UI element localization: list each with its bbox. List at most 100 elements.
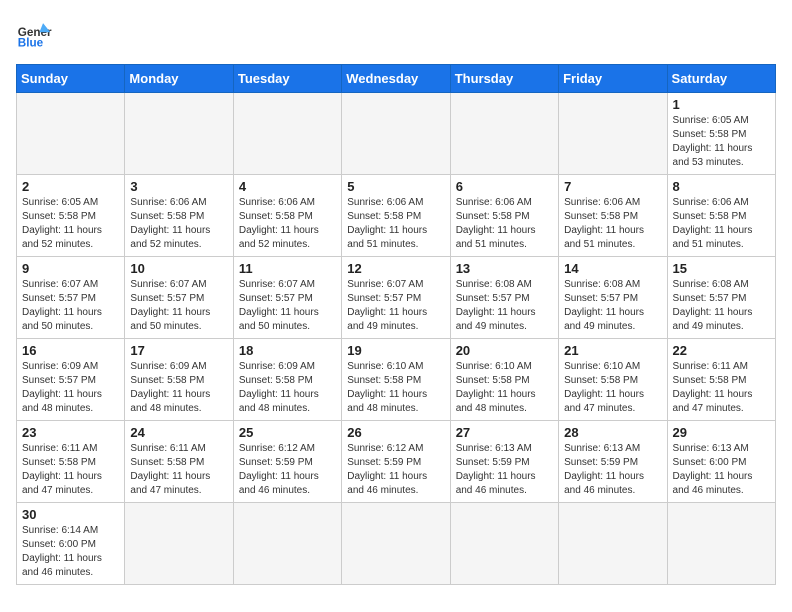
day-cell: 2 Sunrise: 6:05 AM Sunset: 5:58 PM Daylig… [17, 175, 125, 257]
day-number: 6 [456, 179, 553, 194]
day-cell: 8 Sunrise: 6:06 AM Sunset: 5:58 PM Daylig… [667, 175, 775, 257]
day-info: Sunrise: 6:13 AM Sunset: 6:00 PM Dayligh… [673, 442, 770, 498]
day-info: Sunrise: 6:10 AM Sunset: 5:58 PM Dayligh… [456, 360, 553, 416]
day-info: Sunrise: 6:06 AM Sunset: 5:58 PM Dayligh… [347, 196, 444, 252]
day-info: Sunrise: 6:07 AM Sunset: 5:57 PM Dayligh… [22, 278, 119, 334]
day-cell: 19Sunrise: 6:10 AM Sunset: 5:58 PM Dayli… [342, 339, 450, 421]
day-cell [342, 93, 450, 175]
day-cell: 30 Sunrise: 6:14 AM Sunset: 6:00 PM Dayli… [17, 503, 125, 585]
day-cell: 5 Sunrise: 6:06 AM Sunset: 5:58 PM Daylig… [342, 175, 450, 257]
day-number: 25 [239, 425, 336, 440]
day-cell [559, 503, 667, 585]
day-cell [450, 93, 558, 175]
day-number: 22 [673, 343, 770, 358]
day-number: 26 [347, 425, 444, 440]
day-info: Sunrise: 6:14 AM Sunset: 6:00 PM Dayligh… [22, 524, 119, 580]
day-cell: 23Sunrise: 6:11 AM Sunset: 5:58 PM Dayli… [17, 421, 125, 503]
day-cell: 27Sunrise: 6:13 AM Sunset: 5:59 PM Dayli… [450, 421, 558, 503]
day-cell: 20 Sunrise: 6:10 AM Sunset: 5:58 PM Dayli… [450, 339, 558, 421]
calendar-table: SundayMondayTuesdayWednesdayThursdayFrid… [16, 64, 776, 585]
day-info: Sunrise: 6:11 AM Sunset: 5:58 PM Dayligh… [130, 442, 227, 498]
day-number: 2 [22, 179, 119, 194]
day-number: 29 [673, 425, 770, 440]
header-sunday: Sunday [17, 65, 125, 93]
day-cell: 21 Sunrise: 6:10 AM Sunset: 5:58 PM Dayli… [559, 339, 667, 421]
day-number: 21 [564, 343, 661, 358]
day-cell: 6 Sunrise: 6:06 AM Sunset: 5:58 PM Daylig… [450, 175, 558, 257]
day-cell [125, 503, 233, 585]
week-row-2: 2 Sunrise: 6:05 AM Sunset: 5:58 PM Daylig… [17, 175, 776, 257]
day-info: Sunrise: 6:12 AM Sunset: 5:59 PM Dayligh… [347, 442, 444, 498]
day-number: 20 [456, 343, 553, 358]
day-cell: 4Sunrise: 6:06 AM Sunset: 5:58 PM Daylig… [233, 175, 341, 257]
day-cell [233, 503, 341, 585]
svg-text:Blue: Blue [18, 37, 44, 50]
day-number: 8 [673, 179, 770, 194]
week-row-1: 1 Sunrise: 6:05 AM Sunset: 5:58 PM Daylig… [17, 93, 776, 175]
day-cell: 24Sunrise: 6:11 AM Sunset: 5:58 PM Dayli… [125, 421, 233, 503]
day-info: Sunrise: 6:09 AM Sunset: 5:58 PM Dayligh… [239, 360, 336, 416]
day-cell: 10 Sunrise: 6:07 AM Sunset: 5:57 PM Dayli… [125, 257, 233, 339]
day-number: 9 [22, 261, 119, 276]
day-number: 5 [347, 179, 444, 194]
day-number: 14 [564, 261, 661, 276]
day-cell: 9 Sunrise: 6:07 AM Sunset: 5:57 PM Daylig… [17, 257, 125, 339]
day-cell: 25 Sunrise: 6:12 AM Sunset: 5:59 PM Dayli… [233, 421, 341, 503]
page-header: General Blue [16, 16, 776, 52]
day-cell [342, 503, 450, 585]
day-number: 16 [22, 343, 119, 358]
day-number: 30 [22, 507, 119, 522]
day-info: Sunrise: 6:08 AM Sunset: 5:57 PM Dayligh… [456, 278, 553, 334]
day-cell: 14 Sunrise: 6:08 AM Sunset: 5:57 PM Dayli… [559, 257, 667, 339]
day-number: 17 [130, 343, 227, 358]
day-number: 1 [673, 97, 770, 112]
day-number: 18 [239, 343, 336, 358]
header-wednesday: Wednesday [342, 65, 450, 93]
day-number: 19 [347, 343, 444, 358]
day-number: 7 [564, 179, 661, 194]
day-info: Sunrise: 6:11 AM Sunset: 5:58 PM Dayligh… [673, 360, 770, 416]
logo: General Blue [16, 16, 52, 52]
day-info: Sunrise: 6:10 AM Sunset: 5:58 PM Dayligh… [564, 360, 661, 416]
day-cell: 22 Sunrise: 6:11 AM Sunset: 5:58 PM Dayli… [667, 339, 775, 421]
day-number: 4 [239, 179, 336, 194]
day-info: Sunrise: 6:12 AM Sunset: 5:59 PM Dayligh… [239, 442, 336, 498]
day-cell: 18 Sunrise: 6:09 AM Sunset: 5:58 PM Dayli… [233, 339, 341, 421]
header-monday: Monday [125, 65, 233, 93]
week-row-6: 30 Sunrise: 6:14 AM Sunset: 6:00 PM Dayli… [17, 503, 776, 585]
day-cell: 28 Sunrise: 6:13 AM Sunset: 5:59 PM Dayli… [559, 421, 667, 503]
day-info: Sunrise: 6:06 AM Sunset: 5:58 PM Dayligh… [673, 196, 770, 252]
day-number: 10 [130, 261, 227, 276]
day-cell: 13Sunrise: 6:08 AM Sunset: 5:57 PM Dayli… [450, 257, 558, 339]
day-info: Sunrise: 6:06 AM Sunset: 5:58 PM Dayligh… [130, 196, 227, 252]
day-cell [450, 503, 558, 585]
day-cell [559, 93, 667, 175]
week-row-5: 23 Sunrise: 6:11 AM Sunset: 5:58 PM Dayli… [17, 421, 776, 503]
day-info: Sunrise: 6:13 AM Sunset: 5:59 PM Dayligh… [456, 442, 553, 498]
week-row-4: 16Sunrise: 6:09 AM Sunset: 5:57 PM Dayli… [17, 339, 776, 421]
day-cell: 16Sunrise: 6:09 AM Sunset: 5:57 PM Dayli… [17, 339, 125, 421]
day-info: Sunrise: 6:13 AM Sunset: 5:59 PM Dayligh… [564, 442, 661, 498]
day-number: 23 [22, 425, 119, 440]
day-cell: 26 Sunrise: 6:12 AM Sunset: 5:59 PM Dayli… [342, 421, 450, 503]
day-info: Sunrise: 6:07 AM Sunset: 5:57 PM Dayligh… [347, 278, 444, 334]
day-info: Sunrise: 6:05 AM Sunset: 5:58 PM Dayligh… [22, 196, 119, 252]
day-cell [125, 93, 233, 175]
day-cell [667, 503, 775, 585]
day-cell: 17 Sunrise: 6:09 AM Sunset: 5:58 PM Dayli… [125, 339, 233, 421]
day-info: Sunrise: 6:08 AM Sunset: 5:57 PM Dayligh… [564, 278, 661, 334]
day-cell: 29 Sunrise: 6:13 AM Sunset: 6:00 PM Dayli… [667, 421, 775, 503]
day-info: Sunrise: 6:09 AM Sunset: 5:58 PM Dayligh… [130, 360, 227, 416]
header-saturday: Saturday [667, 65, 775, 93]
day-info: Sunrise: 6:07 AM Sunset: 5:57 PM Dayligh… [239, 278, 336, 334]
day-cell: 7Sunrise: 6:06 AM Sunset: 5:58 PM Daylig… [559, 175, 667, 257]
day-info: Sunrise: 6:06 AM Sunset: 5:58 PM Dayligh… [456, 196, 553, 252]
day-number: 28 [564, 425, 661, 440]
day-cell: 3Sunrise: 6:06 AM Sunset: 5:58 PM Daylig… [125, 175, 233, 257]
day-cell [17, 93, 125, 175]
day-info: Sunrise: 6:07 AM Sunset: 5:57 PM Dayligh… [130, 278, 227, 334]
header-friday: Friday [559, 65, 667, 93]
day-number: 11 [239, 261, 336, 276]
day-info: Sunrise: 6:05 AM Sunset: 5:58 PM Dayligh… [673, 114, 770, 170]
day-cell: 1 Sunrise: 6:05 AM Sunset: 5:58 PM Daylig… [667, 93, 775, 175]
